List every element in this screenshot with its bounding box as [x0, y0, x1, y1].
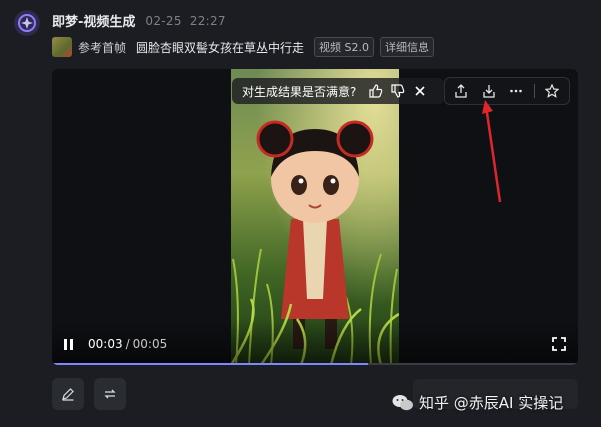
progress-fill	[52, 363, 368, 365]
fullscreen-icon[interactable]	[552, 337, 566, 351]
edit-button[interactable]	[52, 378, 84, 410]
reference-frame-label[interactable]: 参考首帧	[78, 39, 126, 56]
download-icon[interactable]	[479, 80, 500, 102]
details-button[interactable]: 详细信息	[380, 37, 435, 57]
time-separator: /	[125, 337, 130, 351]
feedback-bar: 对生成结果是否满意?	[232, 78, 444, 104]
time-display: 00:03/00:05	[88, 337, 167, 351]
toolbar-divider	[533, 84, 535, 98]
annotation-arrow-icon	[482, 100, 502, 203]
player-controls: 00:03/00:05	[52, 319, 578, 365]
video-action-toolbar	[444, 77, 570, 105]
current-time: 00:03	[88, 337, 123, 351]
prompt-row: 参考首帧 圆脸杏眼双髻女孩在草丛中行走 视频 S2.0 详细信息	[52, 37, 435, 57]
prompt-text: 圆脸杏眼双髻女孩在草丛中行走	[136, 40, 305, 55]
close-icon[interactable]	[410, 81, 430, 101]
watermark-text: 知乎 @赤辰AI 实操记	[419, 394, 564, 412]
star-icon[interactable]	[541, 80, 562, 102]
progress-bar[interactable]	[52, 363, 578, 365]
message-date: 02-25	[145, 13, 182, 28]
reference-frame-thumbnail[interactable]	[52, 37, 72, 57]
message-time: 22:27	[189, 13, 226, 28]
jimeng-logo-icon	[14, 10, 40, 36]
regenerate-button[interactable]	[94, 378, 126, 410]
message-header: 即梦-视频生成 02-25 22:27	[52, 11, 226, 31]
pause-button[interactable]	[64, 339, 78, 353]
duration: 00:05	[132, 337, 168, 351]
model-tag: 视频 S2.0	[314, 37, 375, 57]
watermark: 知乎 @赤辰AI 实操记	[392, 392, 563, 413]
thumbs-up-icon[interactable]	[366, 81, 386, 101]
edit-icon	[62, 388, 74, 401]
app-name: 即梦-视频生成	[52, 15, 136, 30]
more-icon[interactable]	[506, 80, 527, 102]
wechat-logo-icon	[392, 394, 413, 410]
feedback-question: 对生成结果是否满意?	[242, 84, 357, 99]
thumbs-down-icon[interactable]	[388, 81, 408, 101]
share-icon[interactable]	[451, 80, 472, 102]
regenerate-icon	[104, 389, 116, 399]
